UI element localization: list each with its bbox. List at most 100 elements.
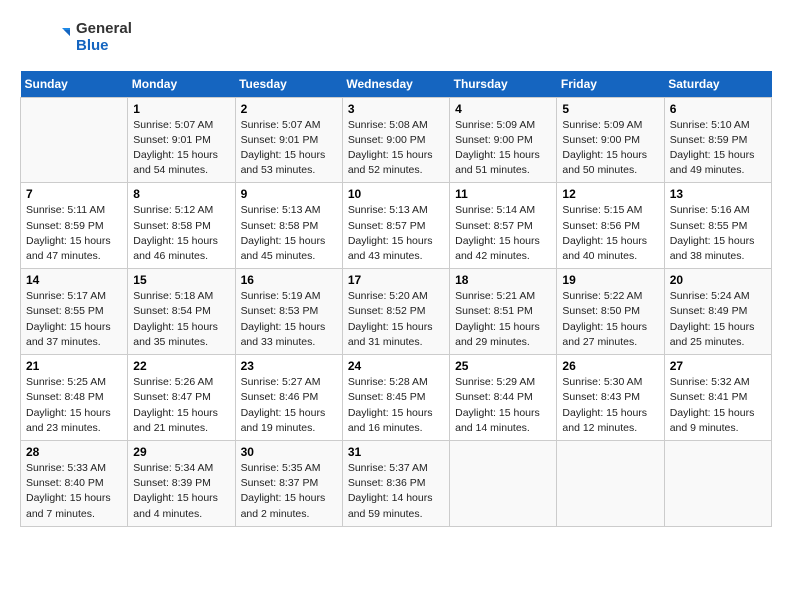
calendar-cell: 2Sunrise: 5:07 AMSunset: 9:01 PMDaylight… — [235, 97, 342, 183]
day-info: Sunrise: 5:29 AMSunset: 8:44 PMDaylight:… — [455, 375, 551, 436]
day-number: 12 — [562, 187, 658, 201]
day-info: Sunrise: 5:11 AMSunset: 8:59 PMDaylight:… — [26, 203, 122, 264]
day-number: 26 — [562, 359, 658, 373]
day-number: 9 — [241, 187, 337, 201]
day-number: 25 — [455, 359, 551, 373]
calendar-cell: 10 Sunrise: 5:13 AMSunset: 8:57 PMDayligh… — [342, 183, 449, 269]
day-info: Sunrise: 5:30 AMSunset: 8:43 PMDaylight:… — [562, 375, 658, 436]
day-info: Sunrise: 5:32 AMSunset: 8:41 PMDaylight:… — [670, 375, 766, 436]
calendar-cell: 11 Sunrise: 5:14 AMSunset: 8:57 PMDayligh… — [450, 183, 557, 269]
logo-icon — [20, 27, 70, 47]
day-info: Sunrise: 5:26 AMSunset: 8:47 PMDaylight:… — [133, 375, 229, 436]
day-info: Sunrise: 5:20 AMSunset: 8:52 PMDaylight:… — [348, 289, 444, 350]
day-info: Sunrise: 5:14 AMSunset: 8:57 PMDaylight:… — [455, 203, 551, 264]
day-info: Sunrise: 5:25 AMSunset: 8:48 PMDaylight:… — [26, 375, 122, 436]
weekday-header-monday: Monday — [128, 71, 235, 98]
calendar-cell: 29 Sunrise: 5:34 AMSunset: 8:39 PMDayligh… — [128, 441, 235, 527]
weekday-header-friday: Friday — [557, 71, 664, 98]
day-info: Sunrise: 5:15 AMSunset: 8:56 PMDaylight:… — [562, 203, 658, 264]
day-info: Sunrise: 5:19 AMSunset: 8:53 PMDaylight:… — [241, 289, 337, 350]
day-info: Sunrise: 5:13 AMSunset: 8:57 PMDaylight:… — [348, 203, 444, 264]
day-number: 16 — [241, 273, 337, 287]
calendar-cell: 7 Sunrise: 5:11 AMSunset: 8:59 PMDaylight… — [21, 183, 128, 269]
day-info: Sunrise: 5:13 AMSunset: 8:58 PMDaylight:… — [241, 203, 337, 264]
calendar-cell: 30Sunrise: 5:35 AMSunset: 8:37 PMDayligh… — [235, 441, 342, 527]
calendar-cell: 6 Sunrise: 5:10 AMSunset: 8:59 PMDaylight… — [664, 97, 771, 183]
calendar-cell: 31 Sunrise: 5:37 AMSunset: 8:36 PMDayligh… — [342, 441, 449, 527]
day-number: 10 — [348, 187, 444, 201]
day-number: 19 — [562, 273, 658, 287]
calendar-cell: 18Sunrise: 5:21 AMSunset: 8:51 PMDayligh… — [450, 269, 557, 355]
calendar-cell: 21 Sunrise: 5:25 AMSunset: 8:48 PMDayligh… — [21, 355, 128, 441]
day-number: 4 — [455, 102, 551, 116]
day-number: 7 — [26, 187, 122, 201]
day-number: 27 — [670, 359, 766, 373]
day-info: Sunrise: 5:18 AMSunset: 8:54 PMDaylight:… — [133, 289, 229, 350]
day-number: 22 — [133, 359, 229, 373]
calendar-table: SundayMondayTuesdayWednesdayThursdayFrid… — [20, 71, 772, 527]
day-info: Sunrise: 5:07 AMSunset: 9:01 PMDaylight:… — [241, 118, 337, 179]
weekday-header-thursday: Thursday — [450, 71, 557, 98]
day-info: Sunrise: 5:10 AMSunset: 8:59 PMDaylight:… — [670, 118, 766, 179]
day-number: 1 — [133, 102, 229, 116]
calendar-cell — [450, 441, 557, 527]
day-number: 29 — [133, 445, 229, 459]
calendar-cell: 4 Sunrise: 5:09 AMSunset: 9:00 PMDaylight… — [450, 97, 557, 183]
calendar-cell: 26 Sunrise: 5:30 AMSunset: 8:43 PMDayligh… — [557, 355, 664, 441]
weekday-header-wednesday: Wednesday — [342, 71, 449, 98]
day-info: Sunrise: 5:34 AMSunset: 8:39 PMDaylight:… — [133, 461, 229, 522]
calendar-cell: 20 Sunrise: 5:24 AMSunset: 8:49 PMDayligh… — [664, 269, 771, 355]
day-number: 5 — [562, 102, 658, 116]
calendar-cell — [21, 97, 128, 183]
day-number: 13 — [670, 187, 766, 201]
calendar-cell — [664, 441, 771, 527]
calendar-cell: 22 Sunrise: 5:26 AMSunset: 8:47 PMDayligh… — [128, 355, 235, 441]
day-number: 20 — [670, 273, 766, 287]
weekday-header-saturday: Saturday — [664, 71, 771, 98]
calendar-cell: 14 Sunrise: 5:17 AMSunset: 8:55 PMDayligh… — [21, 269, 128, 355]
logo: General Blue — [20, 20, 132, 55]
day-info: Sunrise: 5:37 AMSunset: 8:36 PMDaylight:… — [348, 461, 444, 522]
calendar-cell — [557, 441, 664, 527]
day-number: 21 — [26, 359, 122, 373]
calendar-cell: 23Sunrise: 5:27 AMSunset: 8:46 PMDayligh… — [235, 355, 342, 441]
day-info: Sunrise: 5:17 AMSunset: 8:55 PMDaylight:… — [26, 289, 122, 350]
calendar-cell: 28 Sunrise: 5:33 AMSunset: 8:40 PMDayligh… — [21, 441, 128, 527]
calendar-cell: 15 Sunrise: 5:18 AMSunset: 8:54 PMDayligh… — [128, 269, 235, 355]
day-number: 8 — [133, 187, 229, 201]
day-number: 18 — [455, 273, 551, 287]
calendar-cell: 3 Sunrise: 5:08 AMSunset: 9:00 PMDaylight… — [342, 97, 449, 183]
day-info: Sunrise: 5:22 AMSunset: 8:50 PMDaylight:… — [562, 289, 658, 350]
day-info: Sunrise: 5:24 AMSunset: 8:49 PMDaylight:… — [670, 289, 766, 350]
day-info: Sunrise: 5:33 AMSunset: 8:40 PMDaylight:… — [26, 461, 122, 522]
calendar-cell: 13 Sunrise: 5:16 AMSunset: 8:55 PMDayligh… — [664, 183, 771, 269]
day-info: Sunrise: 5:16 AMSunset: 8:55 PMDaylight:… — [670, 203, 766, 264]
day-info: Sunrise: 5:09 AMSunset: 9:00 PMDaylight:… — [455, 118, 551, 179]
day-number: 15 — [133, 273, 229, 287]
day-number: 28 — [26, 445, 122, 459]
day-number: 11 — [455, 187, 551, 201]
header: General Blue — [20, 20, 772, 55]
calendar-cell: 17 Sunrise: 5:20 AMSunset: 8:52 PMDayligh… — [342, 269, 449, 355]
calendar-cell: 1Sunrise: 5:07 AMSunset: 9:01 PMDaylight… — [128, 97, 235, 183]
day-number: 6 — [670, 102, 766, 116]
calendar-cell: 24 Sunrise: 5:28 AMSunset: 8:45 PMDayligh… — [342, 355, 449, 441]
day-info: Sunrise: 5:12 AMSunset: 8:58 PMDaylight:… — [133, 203, 229, 264]
calendar-cell: 5 Sunrise: 5:09 AMSunset: 9:00 PMDaylight… — [557, 97, 664, 183]
day-number: 3 — [348, 102, 444, 116]
logo-blue-text: Blue — [76, 37, 132, 54]
day-number: 17 — [348, 273, 444, 287]
day-info: Sunrise: 5:09 AMSunset: 9:00 PMDaylight:… — [562, 118, 658, 179]
day-number: 24 — [348, 359, 444, 373]
day-info: Sunrise: 5:35 AMSunset: 8:37 PMDaylight:… — [241, 461, 337, 522]
calendar-cell: 27 Sunrise: 5:32 AMSunset: 8:41 PMDayligh… — [664, 355, 771, 441]
day-info: Sunrise: 5:27 AMSunset: 8:46 PMDaylight:… — [241, 375, 337, 436]
calendar-cell: 19 Sunrise: 5:22 AMSunset: 8:50 PMDayligh… — [557, 269, 664, 355]
calendar-cell: 16 Sunrise: 5:19 AMSunset: 8:53 PMDayligh… — [235, 269, 342, 355]
day-number: 14 — [26, 273, 122, 287]
calendar-cell: 25 Sunrise: 5:29 AMSunset: 8:44 PMDayligh… — [450, 355, 557, 441]
day-number: 31 — [348, 445, 444, 459]
day-info: Sunrise: 5:28 AMSunset: 8:45 PMDaylight:… — [348, 375, 444, 436]
day-info: Sunrise: 5:08 AMSunset: 9:00 PMDaylight:… — [348, 118, 444, 179]
logo-general-text: General — [76, 20, 132, 37]
